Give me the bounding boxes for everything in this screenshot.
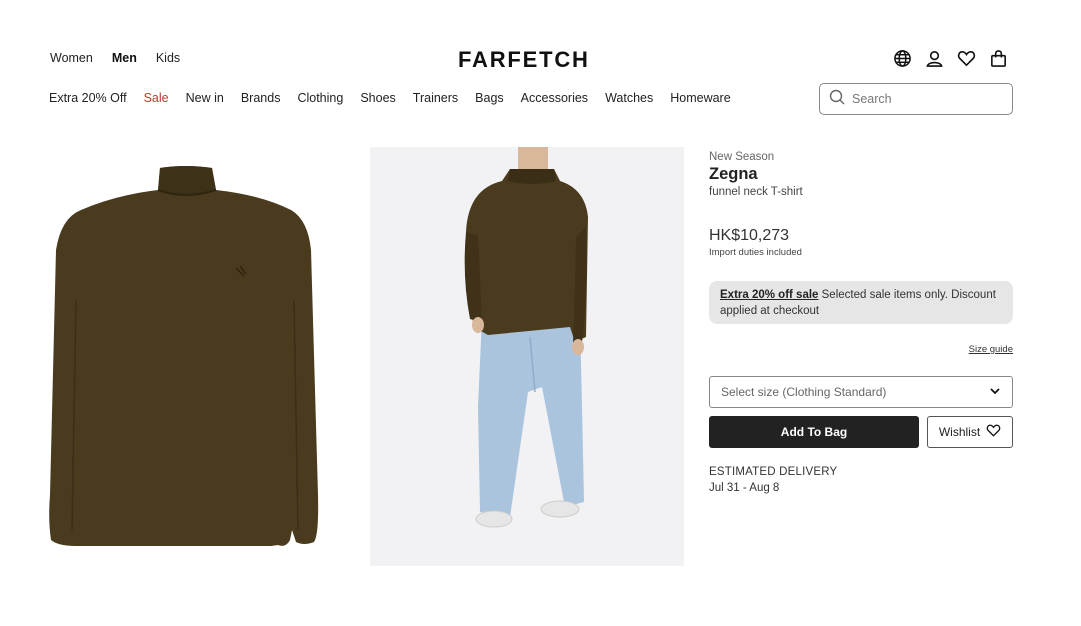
nav-women[interactable]: Women xyxy=(50,51,93,65)
wishlist-label: Wishlist xyxy=(938,425,981,439)
brand-name[interactable]: Zegna xyxy=(709,165,758,184)
search-icon xyxy=(829,89,852,110)
cat-bags[interactable]: Bags xyxy=(475,91,504,105)
delivery-label: ESTIMATED DELIVERY xyxy=(709,466,838,478)
globe-icon[interactable] xyxy=(893,49,912,68)
cat-new-in[interactable]: New in xyxy=(186,91,224,105)
category-nav: Extra 20% Off Sale New in Brands Clothin… xyxy=(49,91,748,105)
cat-shoes[interactable]: Shoes xyxy=(360,91,395,105)
bag-icon[interactable] xyxy=(989,49,1008,68)
promo-link[interactable]: Extra 20% off sale xyxy=(720,289,818,301)
gender-nav: Women Men Kids xyxy=(50,51,180,65)
nav-kids[interactable]: Kids xyxy=(156,51,180,65)
cat-extra-20-off[interactable]: Extra 20% Off xyxy=(49,91,127,105)
cat-watches[interactable]: Watches xyxy=(605,91,653,105)
size-guide-link[interactable]: Size guide xyxy=(969,344,1013,355)
cat-homeware[interactable]: Homeware xyxy=(670,91,730,105)
size-select[interactable]: Select size (Clothing Standard) xyxy=(709,376,1013,408)
farfetch-logo[interactable]: FARFETCH xyxy=(458,47,590,73)
search-input[interactable] xyxy=(852,92,992,106)
delivery-dates: Jul 31 - Aug 8 xyxy=(709,482,780,494)
nav-men[interactable]: Men xyxy=(112,51,137,65)
season-label: New Season xyxy=(709,151,775,163)
wishlist-button[interactable]: Wishlist xyxy=(927,416,1013,448)
product-price: HK$10,273 xyxy=(709,227,790,244)
heart-icon[interactable] xyxy=(957,49,976,68)
product-image-flat[interactable] xyxy=(46,150,324,550)
chevron-down-icon xyxy=(989,385,1001,400)
import-duties: Import duties included xyxy=(709,247,802,258)
cat-sale[interactable]: Sale xyxy=(144,91,169,105)
size-select-label: Select size (Clothing Standard) xyxy=(721,385,887,399)
product-image-model[interactable] xyxy=(370,147,684,566)
search-box[interactable] xyxy=(819,83,1013,115)
product-description: funnel neck T-shirt xyxy=(709,186,803,198)
cat-brands[interactable]: Brands xyxy=(241,91,281,105)
cat-clothing[interactable]: Clothing xyxy=(297,91,343,105)
account-icon[interactable] xyxy=(925,49,944,68)
cat-trainers[interactable]: Trainers xyxy=(413,91,458,105)
cat-accessories[interactable]: Accessories xyxy=(521,91,588,105)
header-icons xyxy=(893,49,1008,68)
heart-icon xyxy=(986,423,1001,441)
promo-banner: Extra 20% off sale Selected sale items o… xyxy=(709,281,1013,324)
add-to-bag-button[interactable]: Add To Bag xyxy=(709,416,919,448)
